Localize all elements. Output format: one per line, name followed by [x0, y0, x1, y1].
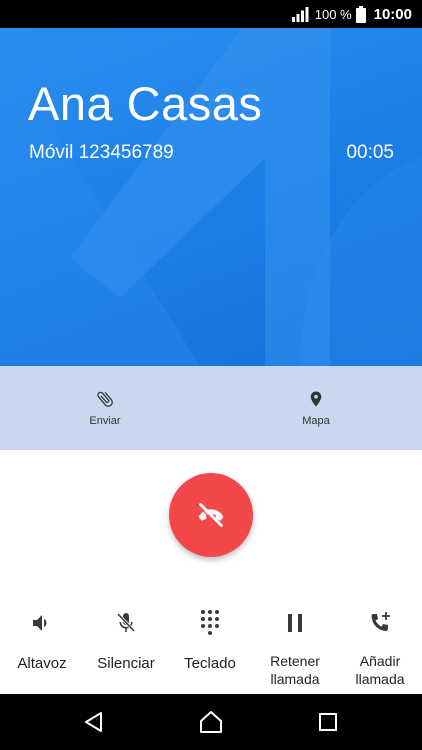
map-label: Mapa — [302, 415, 330, 427]
end-call-icon — [198, 503, 224, 528]
mute-label: Silenciar — [97, 655, 155, 672]
in-call-controls: Altavoz Silenciar Teclado Retener llamad… — [0, 598, 422, 694]
clock: 10:00 — [373, 5, 412, 23]
end-call-button[interactable] — [169, 473, 253, 557]
add-call-button[interactable]: Añadir llamada — [338, 598, 422, 694]
status-indicators: 100 % 10:00 — [291, 0, 412, 28]
speaker-icon — [33, 615, 47, 631]
mute-button[interactable]: Silenciar — [84, 598, 168, 694]
keypad-button[interactable]: Teclado — [168, 598, 252, 694]
navigation-bar — [0, 694, 422, 750]
speaker-label: Altavoz — [17, 655, 67, 672]
status-bar: 100 % 10:00 — [0, 0, 422, 28]
battery-icon — [355, 5, 366, 23]
add-call-label: Añadir llamada — [355, 653, 405, 687]
recents-icon — [319, 713, 337, 731]
call-actions-strip: Enviar Mapa — [0, 366, 422, 450]
dialpad-icon — [201, 610, 219, 635]
call-timer: 00:05 — [346, 142, 394, 163]
caller-number: Móvil 123456789 — [29, 142, 174, 163]
send-label: Enviar — [89, 415, 121, 427]
home-button[interactable] — [171, 694, 251, 750]
back-button[interactable] — [54, 694, 134, 750]
mic-off-icon — [116, 612, 136, 633]
signal-icon — [291, 7, 309, 22]
caller-name: Ana Casas — [28, 77, 263, 130]
location-pin-icon — [310, 391, 322, 407]
send-button[interactable]: Enviar — [45, 366, 165, 450]
call-controls-area: Altavoz Silenciar Teclado Retener llamad… — [0, 450, 422, 694]
home-icon — [200, 711, 222, 733]
call-screen: 100 % 10:00 Ana Casas Móvil 123456789 00… — [0, 0, 422, 750]
battery-percentage: 100 % — [314, 6, 352, 22]
keypad-label: Teclado — [184, 655, 236, 672]
back-icon — [85, 712, 102, 732]
hold-button[interactable]: Retener llamada — [253, 598, 337, 694]
speaker-button[interactable]: Altavoz — [0, 598, 84, 694]
recents-button[interactable] — [288, 694, 368, 750]
paperclip-icon — [97, 391, 113, 407]
pause-icon — [288, 614, 302, 632]
caller-info-panel: Ana Casas Móvil 123456789 00:05 — [0, 28, 422, 366]
add-call-icon — [371, 612, 390, 631]
hold-label: Retener llamada — [270, 653, 320, 687]
map-button[interactable]: Mapa — [256, 366, 376, 450]
